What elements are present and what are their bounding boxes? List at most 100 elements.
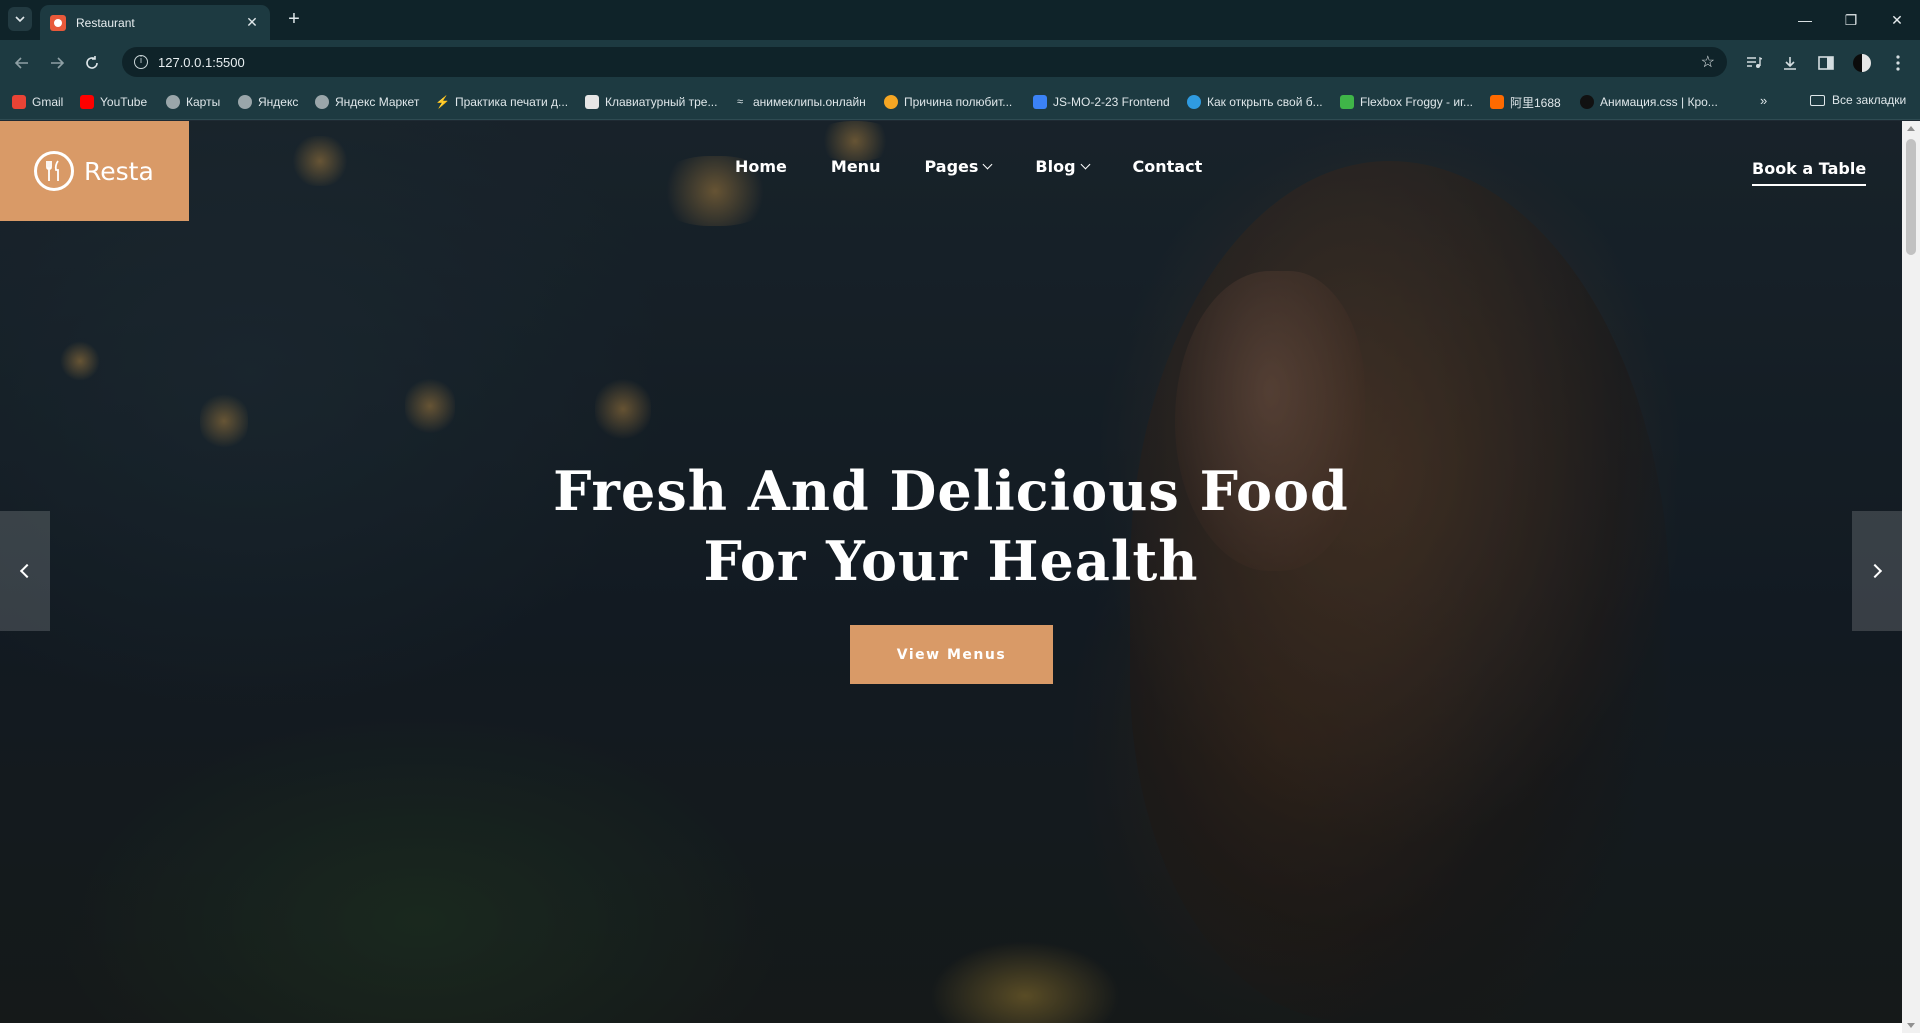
tab-title: Restaurant [76, 15, 135, 30]
scroll-thumb[interactable] [1906, 139, 1916, 255]
close-window-button[interactable]: ✕ [1874, 0, 1920, 40]
bookmark-label: YouTube [100, 95, 148, 109]
youtube-icon [80, 95, 94, 109]
nav-pages[interactable]: Pages [924, 151, 993, 181]
browser-toolbar: i 127.0.0.1:5500 ☆ [0, 40, 1920, 84]
bookmark-animeclips[interactable]: ≈ анимеклипы.онлайн [733, 93, 866, 111]
bookmark-label: анимеклипы.онлайн [753, 95, 866, 109]
bookmark-reason[interactable]: Причина полюбит... [884, 93, 1012, 111]
nav-label: Contact [1132, 156, 1203, 176]
bookmark-label: JS-MO-2-23 Frontend [1053, 95, 1170, 109]
chevron-left-icon [19, 563, 35, 579]
slider-next-button[interactable] [1852, 511, 1902, 631]
all-bookmarks-button[interactable]: Все закладки [1810, 93, 1906, 107]
address-bar[interactable]: i 127.0.0.1:5500 ☆ [122, 47, 1727, 77]
bookmark-js-frontend[interactable]: JS-MO-2-23 Frontend [1033, 93, 1170, 111]
page-icon [585, 95, 599, 109]
nav-blog[interactable]: Blog [1035, 151, 1090, 181]
bookmark-keyboard-trainer[interactable]: Клавиатурный тре... [585, 93, 717, 111]
bookmark-yandex-market[interactable]: Яндекс Маркет [315, 93, 419, 111]
nav-label: Blog [1035, 156, 1076, 176]
side-panel-icon[interactable] [1812, 49, 1840, 77]
alibaba-icon [1490, 95, 1504, 109]
site-logo[interactable]: Resta [0, 121, 189, 221]
gmail-icon [12, 95, 26, 109]
chevron-down-icon [982, 159, 993, 169]
forward-button[interactable] [43, 49, 71, 77]
bookmark-open-business[interactable]: Как открыть свой б... [1187, 93, 1323, 111]
bookmark-label: Яндекс [258, 95, 299, 109]
browser-tab-bar: Restaurant ✕ + — ❐ ✕ [0, 0, 1920, 40]
nav-contact[interactable]: Contact [1133, 151, 1203, 181]
bookmark-typing-practice[interactable]: ⚡ Практика печати д... [435, 93, 568, 111]
frog-icon [1340, 95, 1354, 109]
circle-logo-icon [1187, 95, 1201, 109]
star-badge-icon [884, 95, 898, 109]
reload-icon [86, 56, 98, 69]
bookmark-label: 阿里1688 [1510, 95, 1561, 110]
bookmark-animate-css[interactable]: Анимация.css | Кро... [1580, 93, 1718, 111]
nav-label: Pages [924, 156, 979, 176]
nav-menu[interactable]: Menu [831, 151, 881, 181]
view-menus-button[interactable]: View Menus [850, 625, 1053, 684]
bookmark-yandex[interactable]: Яндекс [238, 93, 298, 111]
bookmark-flexbox-froggy[interactable]: Flexbox Froggy - иг... [1340, 93, 1473, 111]
site-info-icon[interactable]: i [134, 55, 148, 69]
bookmark-label: Практика печати д... [455, 95, 569, 109]
profile-avatar[interactable] [1848, 49, 1876, 77]
hero-title-line-1: Fresh And Delicious Food [553, 459, 1349, 523]
reload-button[interactable] [78, 49, 106, 77]
arrow-right-icon [51, 57, 65, 69]
tab-search-button[interactable] [8, 7, 32, 31]
bookmark-label: Карты [186, 95, 221, 109]
chevron-down-icon [1080, 159, 1090, 169]
browser-menu-icon[interactable] [1884, 49, 1912, 77]
bookmark-1688[interactable]: 阿里1688 [1490, 93, 1561, 111]
download-icon[interactable] [1776, 49, 1804, 77]
scroll-down-icon[interactable] [1907, 1023, 1915, 1028]
scroll-up-icon[interactable] [1907, 126, 1915, 131]
page-bottom-strip [0, 1023, 1902, 1033]
lightning-icon: ⚡ [435, 95, 450, 109]
new-tab-button[interactable]: + [282, 8, 306, 32]
bookmark-gmail[interactable]: Gmail [12, 93, 63, 111]
bookmark-maps[interactable]: Карты [166, 93, 220, 111]
tab-close-icon[interactable]: ✕ [244, 14, 260, 31]
hero-title: Fresh And Delicious Food For Your Health [551, 456, 1351, 596]
bookmark-label: Клавиатурный тре... [605, 95, 718, 109]
hero-title-line-2: For Your Health [703, 529, 1199, 593]
chevron-right-icon [1867, 563, 1883, 579]
bookmark-label: Яндекс Маркет [335, 95, 420, 109]
browser-tab[interactable]: Restaurant ✕ [40, 5, 270, 40]
page-scrollbar[interactable] [1902, 121, 1920, 1033]
bookmark-label: Gmail [32, 95, 64, 109]
nav-home[interactable]: Home [735, 151, 787, 181]
more-bookmarks-button[interactable]: » [1760, 93, 1767, 108]
bookmark-youtube[interactable]: YouTube [80, 93, 147, 111]
globe-icon [315, 95, 329, 109]
slider-prev-button[interactable] [0, 511, 50, 631]
url-text[interactable]: 127.0.0.1:5500 [158, 55, 1701, 70]
bookmark-star-icon[interactable]: ☆ [1701, 52, 1715, 72]
nav-label: Menu [830, 156, 881, 176]
animate-css-icon [1580, 95, 1594, 109]
media-controls-icon[interactable] [1740, 49, 1768, 77]
arrow-left-icon [14, 57, 28, 69]
bookmark-label: Причина полюбит... [904, 95, 1013, 109]
cutlery-icon [34, 151, 74, 191]
chevron-down-icon [15, 16, 25, 23]
main-nav: Home Menu Pages Blog Contact [735, 151, 1246, 181]
book-table-link[interactable]: Book a Table [1752, 159, 1867, 186]
nav-label: Home [735, 156, 787, 176]
minimize-button[interactable]: — [1782, 0, 1828, 40]
window-controls: — ❐ ✕ [1782, 0, 1920, 40]
bookmark-label: Как открыть свой б... [1207, 95, 1323, 109]
back-button[interactable] [8, 49, 36, 77]
folder-icon [1810, 94, 1825, 106]
restore-button[interactable]: ❐ [1828, 0, 1874, 40]
toolbar-icons [1740, 49, 1912, 77]
tab-favicon-icon [50, 14, 66, 31]
all-bookmarks-label: Все закладки [1832, 93, 1907, 107]
classroom-icon [1033, 95, 1047, 109]
globe-icon [166, 95, 180, 109]
